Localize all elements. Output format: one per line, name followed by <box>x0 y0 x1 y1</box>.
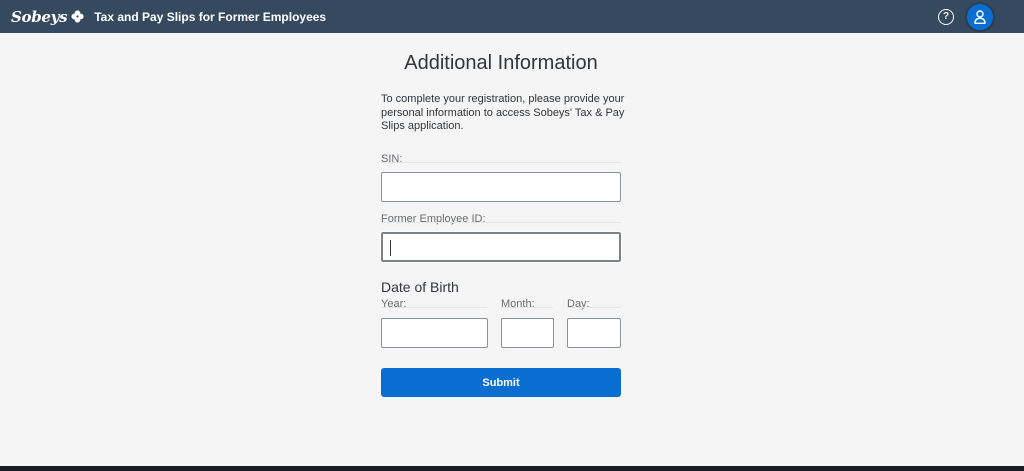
year-input[interactable] <box>381 318 488 348</box>
month-label: Month: <box>501 298 535 310</box>
shell-bar: Sobeys Tax and Pay Slips for Former Empl… <box>0 0 1024 33</box>
date-of-birth-title: Date of Birth <box>381 279 459 295</box>
intro-text: To complete your registration, please pr… <box>381 93 625 132</box>
user-avatar-icon[interactable] <box>967 3 993 30</box>
sobeys-logo[interactable]: Sobeys <box>11 8 84 26</box>
day-label-rule <box>567 307 621 308</box>
sin-label: SIN: <box>381 153 403 165</box>
logo-text: Sobeys <box>11 7 68 26</box>
employee-id-input[interactable] <box>380 231 622 263</box>
sin-input[interactable] <box>381 172 621 202</box>
employee-id-label-rule <box>381 222 621 223</box>
day-input[interactable] <box>567 318 621 348</box>
sin-label-rule <box>381 162 621 163</box>
person-icon <box>974 9 986 24</box>
month-label-rule <box>501 307 553 308</box>
bottom-edge <box>0 466 1024 471</box>
year-label-rule <box>381 307 487 308</box>
page-title: Additional Information <box>404 52 598 74</box>
shell-actions: ? <box>938 0 993 33</box>
text-cursor <box>390 240 391 256</box>
year-label: Year: <box>381 298 407 310</box>
help-icon[interactable]: ? <box>938 8 954 25</box>
day-label: Day: <box>567 298 590 310</box>
month-input[interactable] <box>501 318 554 348</box>
app-title: Tax and Pay Slips for Former Employees <box>94 9 327 24</box>
logo-mark-icon <box>71 10 84 23</box>
submit-button[interactable]: Submit <box>381 368 621 397</box>
employee-id-label: Former Employee ID: <box>381 213 486 225</box>
